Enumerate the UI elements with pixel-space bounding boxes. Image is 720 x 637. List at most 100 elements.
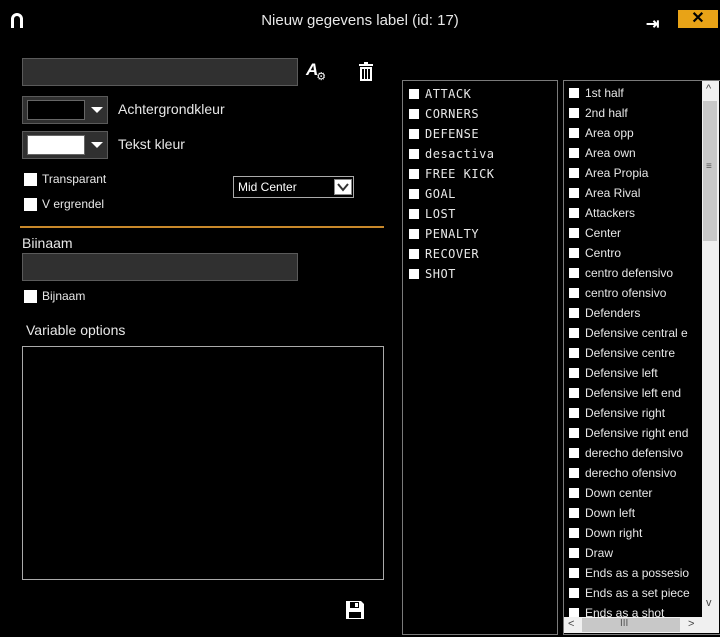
- list-item[interactable]: LOST: [409, 204, 495, 224]
- background-color-dropdown[interactable]: [22, 96, 108, 124]
- hscroll-thumb[interactable]: III: [582, 618, 680, 632]
- item-checkbox[interactable]: [569, 508, 579, 518]
- position-select[interactable]: Mid Center: [233, 176, 354, 198]
- list-item[interactable]: Center: [569, 223, 703, 243]
- scroll-up-icon[interactable]: ^: [706, 83, 711, 95]
- item-checkbox[interactable]: [569, 588, 579, 598]
- list-item[interactable]: ATTACK: [409, 84, 495, 104]
- item-checkbox[interactable]: [409, 229, 419, 239]
- list-item-label: Defensive right end: [585, 426, 689, 440]
- save-icon[interactable]: [345, 600, 365, 620]
- vertical-scrollbar[interactable]: ^ ≡ v: [702, 81, 719, 617]
- list-item[interactable]: PENALTY: [409, 224, 495, 244]
- item-checkbox[interactable]: [409, 189, 419, 199]
- item-checkbox[interactable]: [569, 308, 579, 318]
- scroll-corner: [702, 617, 719, 633]
- item-checkbox[interactable]: [569, 228, 579, 238]
- lock-checkbox[interactable]: [24, 198, 37, 211]
- item-checkbox[interactable]: [569, 388, 579, 398]
- item-checkbox[interactable]: [409, 249, 419, 259]
- item-checkbox[interactable]: [569, 268, 579, 278]
- scroll-left-icon[interactable]: <: [568, 618, 574, 630]
- horizontal-scrollbar[interactable]: < III >: [564, 617, 702, 633]
- item-checkbox[interactable]: [409, 129, 419, 139]
- list-item[interactable]: Defensive right end: [569, 423, 703, 443]
- list-item[interactable]: Ends as a set piece: [569, 583, 703, 603]
- item-checkbox[interactable]: [409, 109, 419, 119]
- list-item[interactable]: derecho defensivo: [569, 443, 703, 463]
- list-item[interactable]: RECOVER: [409, 244, 495, 264]
- variable-options-textarea[interactable]: [22, 346, 384, 580]
- text-color-dropdown[interactable]: [22, 131, 108, 159]
- list-item[interactable]: centro ofensivo: [569, 283, 703, 303]
- list-item[interactable]: centro defensivo: [569, 263, 703, 283]
- list-item[interactable]: Defensive centre: [569, 343, 703, 363]
- delete-icon[interactable]: [358, 62, 374, 82]
- list-item[interactable]: Down right: [569, 523, 703, 543]
- list-item[interactable]: CORNERS: [409, 104, 495, 124]
- label-name-input[interactable]: [22, 58, 298, 86]
- list-item[interactable]: FREE KICK: [409, 164, 495, 184]
- scroll-right-icon[interactable]: >: [688, 618, 694, 630]
- close-button[interactable]: ✕: [678, 10, 718, 28]
- item-checkbox[interactable]: [409, 149, 419, 159]
- item-checkbox[interactable]: [569, 368, 579, 378]
- item-checkbox[interactable]: [569, 328, 579, 338]
- scroll-thumb[interactable]: ≡: [703, 101, 717, 241]
- item-checkbox[interactable]: [569, 408, 579, 418]
- item-checkbox[interactable]: [409, 209, 419, 219]
- list-item[interactable]: Defensive central e: [569, 323, 703, 343]
- pin-icon[interactable]: ⇥: [646, 14, 659, 34]
- list-item[interactable]: derecho ofensivo: [569, 463, 703, 483]
- list-item[interactable]: Ends as a possesio: [569, 563, 703, 583]
- list-item[interactable]: Defensive left end: [569, 383, 703, 403]
- item-checkbox[interactable]: [569, 348, 579, 358]
- text-color-swatch: [27, 135, 85, 155]
- item-checkbox[interactable]: [569, 568, 579, 578]
- item-checkbox[interactable]: [569, 128, 579, 138]
- list-item-label: SHOT: [425, 267, 456, 281]
- item-checkbox[interactable]: [569, 448, 579, 458]
- item-checkbox[interactable]: [409, 89, 419, 99]
- list-item[interactable]: Defensive left: [569, 363, 703, 383]
- item-checkbox[interactable]: [569, 468, 579, 478]
- list-item[interactable]: Area opp: [569, 123, 703, 143]
- list-item[interactable]: Draw: [569, 543, 703, 563]
- list-item[interactable]: DEFENSE: [409, 124, 495, 144]
- list-item-label: RECOVER: [425, 247, 480, 261]
- list-item[interactable]: GOAL: [409, 184, 495, 204]
- list-item[interactable]: Attackers: [569, 203, 703, 223]
- list-item[interactable]: desactiva: [409, 144, 495, 164]
- list-item[interactable]: Area own: [569, 143, 703, 163]
- item-checkbox[interactable]: [569, 528, 579, 538]
- list-item[interactable]: 1st half: [569, 83, 703, 103]
- list-item[interactable]: Defensive right: [569, 403, 703, 423]
- item-checkbox[interactable]: [569, 248, 579, 258]
- alias-input[interactable]: [22, 253, 298, 281]
- item-checkbox[interactable]: [409, 269, 419, 279]
- scroll-down-icon[interactable]: v: [706, 597, 712, 609]
- item-checkbox[interactable]: [569, 208, 579, 218]
- item-checkbox[interactable]: [569, 108, 579, 118]
- alias-checkbox[interactable]: [24, 290, 37, 303]
- item-checkbox[interactable]: [569, 288, 579, 298]
- list-item[interactable]: Down center: [569, 483, 703, 503]
- item-checkbox[interactable]: [569, 488, 579, 498]
- list-item[interactable]: SHOT: [409, 264, 495, 284]
- font-settings-icon[interactable]: A⚙: [306, 60, 330, 84]
- list-item[interactable]: Area Propia: [569, 163, 703, 183]
- transparent-checkbox[interactable]: [24, 173, 37, 186]
- item-checkbox[interactable]: [569, 548, 579, 558]
- list-item[interactable]: Centro: [569, 243, 703, 263]
- item-checkbox[interactable]: [569, 428, 579, 438]
- item-checkbox[interactable]: [569, 188, 579, 198]
- item-checkbox[interactable]: [409, 169, 419, 179]
- list-item[interactable]: Area Rival: [569, 183, 703, 203]
- item-checkbox[interactable]: [569, 88, 579, 98]
- list-item[interactable]: Down left: [569, 503, 703, 523]
- item-checkbox[interactable]: [569, 148, 579, 158]
- list-item-label: GOAL: [425, 187, 456, 201]
- item-checkbox[interactable]: [569, 168, 579, 178]
- list-item[interactable]: 2nd half: [569, 103, 703, 123]
- list-item[interactable]: Defenders: [569, 303, 703, 323]
